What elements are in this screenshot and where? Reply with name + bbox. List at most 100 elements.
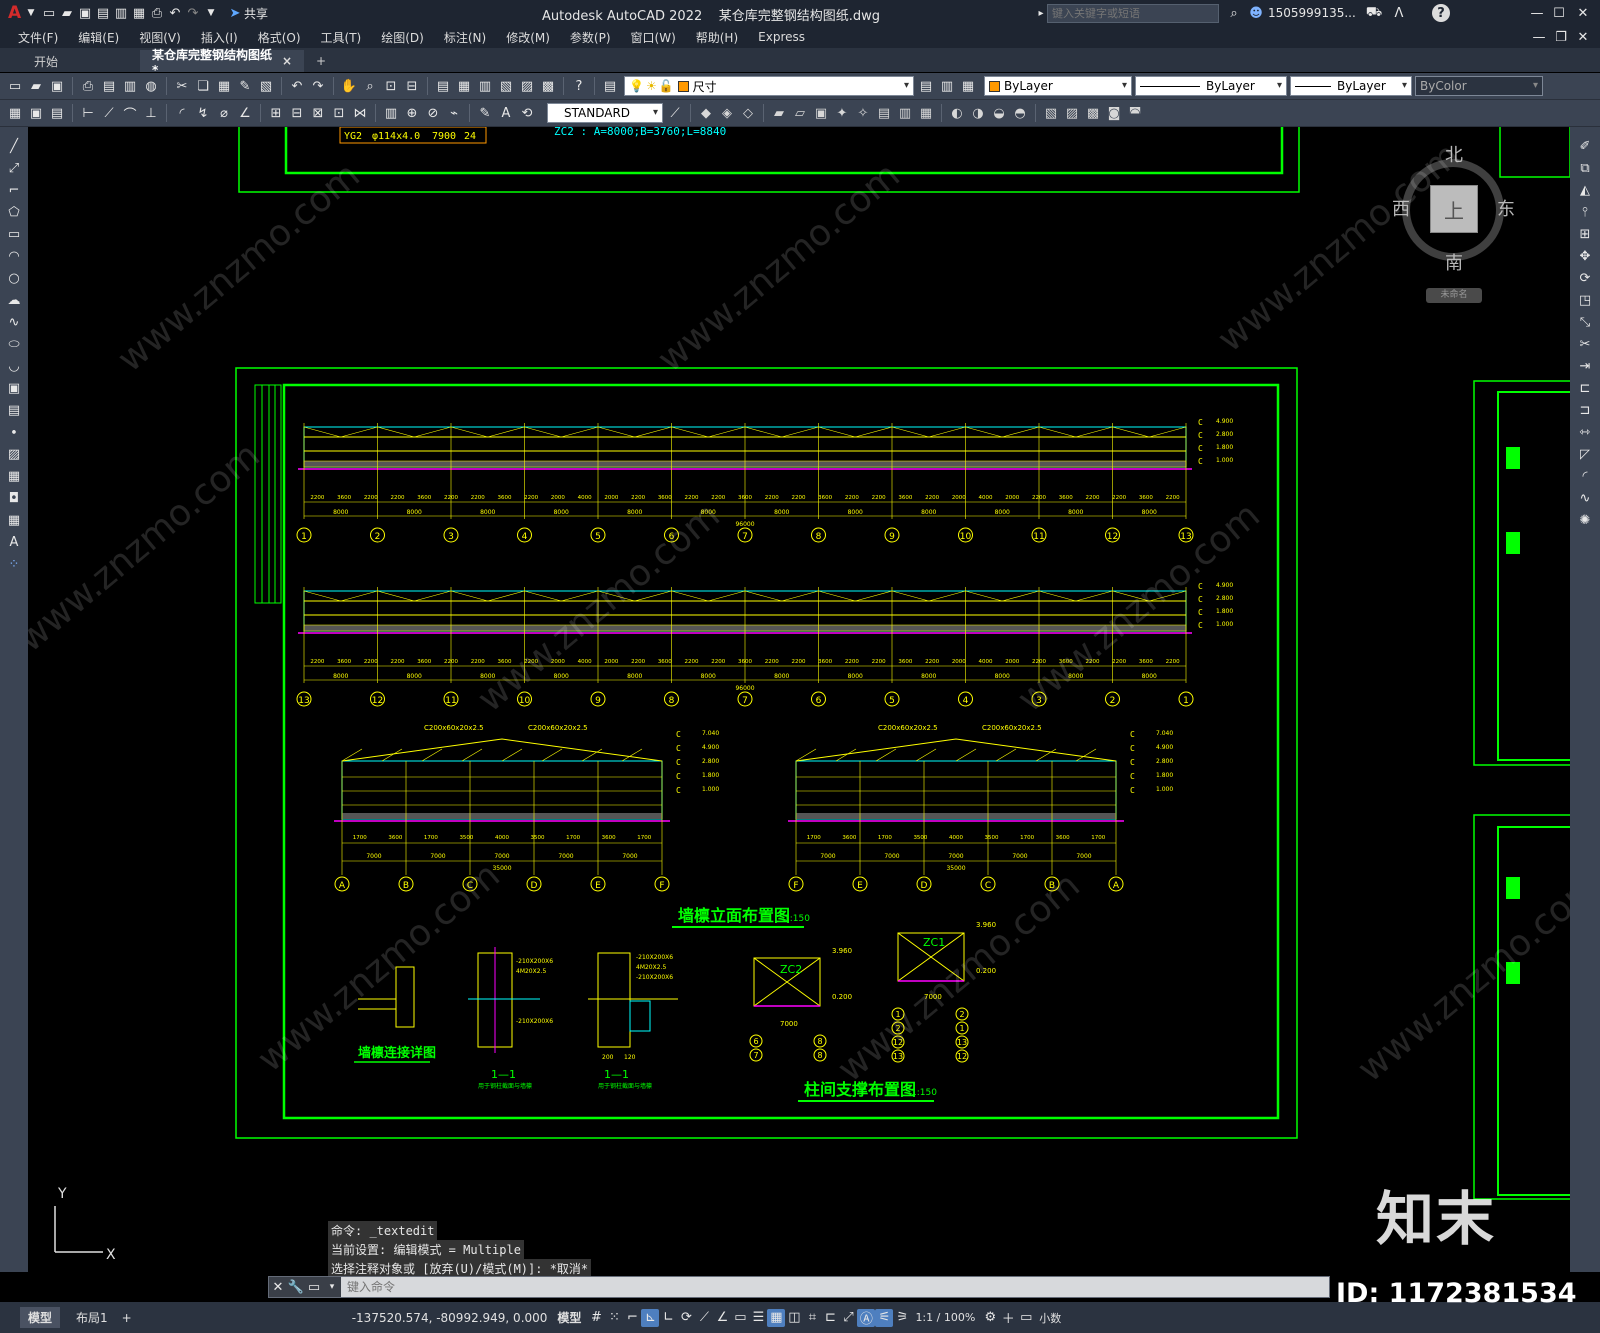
viewcube-top-face[interactable]: 上 [1430, 185, 1478, 233]
copy-icon[interactable]: ❏ [194, 77, 212, 95]
paste-icon[interactable]: ▦ [215, 77, 233, 95]
modify-tool-14-icon[interactable]: ◒ [990, 104, 1008, 122]
tab-start[interactable]: 开始 [0, 50, 140, 72]
pan-icon[interactable]: ✋ [340, 77, 358, 95]
share-button[interactable]: ➤ 共享 [226, 4, 268, 22]
menu-help[interactable]: 帮助(H) [686, 29, 748, 46]
stretch-icon[interactable]: ⤡ [1576, 313, 1594, 331]
revcloud-icon[interactable]: ☁ [5, 291, 23, 309]
modify-tool-7-icon[interactable]: ✦ [833, 104, 851, 122]
menu-insert[interactable]: 插入(I) [191, 29, 248, 46]
save-as-icon[interactable]: ▤ [94, 4, 112, 22]
model-space-button[interactable]: 模型 [557, 1309, 581, 1326]
line-icon[interactable]: ╱ [5, 137, 23, 155]
calculator-icon[interactable]: ▩ [539, 77, 557, 95]
dim-jogged-icon[interactable]: ↯ [194, 104, 212, 122]
dynamic-ucs-icon[interactable]: ⌗ [803, 1309, 821, 1327]
transparency-icon[interactable]: ☰ [749, 1309, 767, 1327]
cut-icon[interactable]: ✂ [173, 77, 191, 95]
a360-icon[interactable]: Ʌ [1390, 4, 1408, 22]
cart-icon[interactable]: ⛟ [1365, 4, 1383, 22]
grid-icon[interactable]: # [587, 1309, 605, 1327]
menu-modify[interactable]: 修改(M) [496, 29, 560, 46]
gradient-icon[interactable]: ▦ [5, 467, 23, 485]
construction-line-icon[interactable]: ⤢ [5, 159, 23, 177]
close-window-icon[interactable]: ✕ [1574, 4, 1592, 22]
menu-view[interactable]: 视图(V) [129, 29, 191, 46]
polar-icon[interactable]: ∟ [659, 1309, 677, 1327]
help-tb-icon[interactable]: ? [570, 77, 588, 95]
menu-file[interactable]: 文件(F) [8, 29, 68, 46]
point-icon[interactable]: ∙ [5, 423, 23, 441]
isodraft-icon[interactable]: ⟳ [677, 1309, 695, 1327]
modify-tool-1-icon[interactable]: ◆ [697, 104, 715, 122]
join-icon[interactable]: ⇿ [1576, 423, 1594, 441]
modify-tool-16-icon[interactable]: ▧ [1042, 104, 1060, 122]
modify-tool-13-icon[interactable]: ◑ [969, 104, 987, 122]
modify-tool-17-icon[interactable]: ▨ [1063, 104, 1081, 122]
matchprop-icon[interactable]: ✎ [236, 77, 254, 95]
open-icon[interactable]: ▰ [27, 77, 45, 95]
zoom-prev-icon[interactable]: ⊟ [403, 77, 421, 95]
modify-tool-19-icon[interactable]: ◙ [1105, 104, 1123, 122]
undo-icon[interactable]: ↶ [166, 4, 184, 22]
dim-linear-icon[interactable]: ⊢ [79, 104, 97, 122]
modify-tool-5-icon[interactable]: ▱ [791, 104, 809, 122]
modify-tool-8-icon[interactable]: ✧ [854, 104, 872, 122]
trim-icon[interactable]: ✂ [1576, 335, 1594, 353]
menu-edit[interactable]: 编辑(E) [68, 29, 129, 46]
menu-draw[interactable]: 绘图(D) [371, 29, 434, 46]
layer-dropdown[interactable]: 💡 ☀ 🔓 尺寸 ▾ [624, 76, 914, 96]
plotstyle-dropdown[interactable]: ByColor ▾ [1415, 76, 1543, 96]
add-layout-button[interactable]: + [122, 1311, 132, 1325]
scale-icon[interactable]: ◳ [1576, 291, 1594, 309]
ellipse-icon[interactable]: ⬭ [5, 335, 23, 353]
layer-states-icon[interactable]: ▦ [959, 77, 977, 95]
dim-diameter-icon[interactable]: ⌀ [215, 104, 233, 122]
ucs-icon[interactable]: ▦ [6, 104, 24, 122]
region-icon[interactable]: ◘ [5, 489, 23, 507]
import-icon[interactable]: ▥ [112, 4, 130, 22]
properties-icon[interactable]: ▤ [434, 77, 452, 95]
designcenter-icon[interactable]: ▦ [455, 77, 473, 95]
modify-tool-3-icon[interactable]: ◇ [739, 104, 757, 122]
zoom-realtime-icon[interactable]: ⌕ [361, 77, 379, 95]
sheetset-icon[interactable]: ▧ [497, 77, 515, 95]
user-icon[interactable]: ☻ [1247, 4, 1265, 22]
dim-update-icon[interactable]: ⟲ [518, 104, 536, 122]
hatch-icon[interactable]: ▨ [5, 445, 23, 463]
rectangle-icon[interactable]: ▭ [5, 225, 23, 243]
search-input[interactable] [1047, 4, 1219, 23]
compass-east[interactable]: 东 [1497, 195, 1515, 221]
export-icon[interactable]: ▦ [130, 4, 148, 22]
tab-document[interactable]: 某仓库完整钢结构图纸* × [140, 48, 304, 77]
drawing-canvas[interactable]: 1 8000 2 8000 3 8000 4 8000 5 8000 6 8000 7 8000 8 8000… [28, 127, 1570, 1272]
doc-minimize-icon[interactable]: — [1530, 28, 1548, 46]
app-menu-arrow-icon[interactable]: ▼ [22, 4, 40, 22]
blockeditor-icon[interactable]: ▧ [257, 77, 275, 95]
layer-previous-icon[interactable]: ▥ [938, 77, 956, 95]
center-mark-icon[interactable]: ⊕ [403, 104, 421, 122]
workspace-gear-icon[interactable]: ⚙ [981, 1309, 999, 1327]
compass-west[interactable]: 西 [1392, 195, 1410, 221]
zoom-window-icon[interactable]: ⊡ [382, 77, 400, 95]
compass-south[interactable]: 南 [1445, 249, 1463, 275]
layer-properties-icon[interactable]: ▤ [601, 77, 619, 95]
new-file-icon[interactable]: ▭ [40, 4, 58, 22]
modify-tool-9-icon[interactable]: ▤ [875, 104, 893, 122]
move-icon[interactable]: ✥ [1576, 247, 1594, 265]
print-icon[interactable]: ⎙ [148, 4, 166, 22]
break-icon[interactable]: ⊐ [1576, 401, 1594, 419]
publish-icon[interactable]: ▥ [121, 77, 139, 95]
erase-icon[interactable]: ✐ [1576, 137, 1594, 155]
coordinates-readout[interactable]: -137520.574, -80992.949, 0.000 [352, 1311, 548, 1325]
annotation-scale-value[interactable]: 1:1 / 100% [915, 1311, 975, 1324]
compass-north[interactable]: 北 [1445, 141, 1463, 167]
dimstyle-icon[interactable]: ⟋ [666, 104, 684, 122]
menu-window[interactable]: 窗口(W) [621, 29, 686, 46]
mirror-icon[interactable]: ◭ [1576, 181, 1594, 199]
3dosnap-icon[interactable]: ◫ [785, 1309, 803, 1327]
undo-tb-icon[interactable]: ↶ [288, 77, 306, 95]
modify-tool-11-icon[interactable]: ▦ [917, 104, 935, 122]
dim-arc-icon[interactable]: ⌒ [121, 104, 139, 123]
